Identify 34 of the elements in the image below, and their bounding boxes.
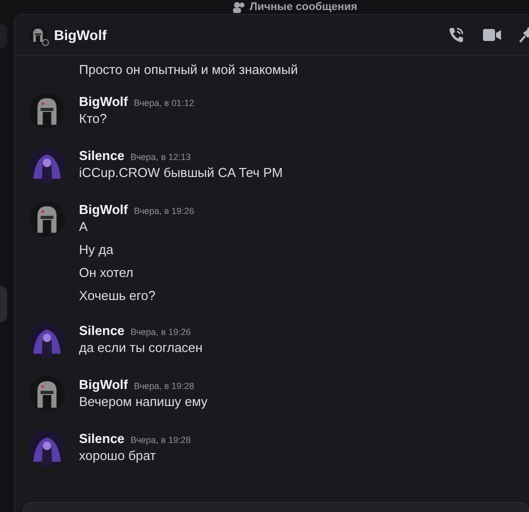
- chat-title: BigWolf: [54, 26, 107, 45]
- figure-avatar: [29, 322, 65, 358]
- phone-icon[interactable]: [447, 26, 465, 44]
- timestamp: Вчера, в 19:26: [134, 205, 194, 218]
- message-text: Хочешь его?: [79, 288, 156, 304]
- author-name[interactable]: BigWolf: [79, 375, 128, 394]
- message-text: хорошо брат: [79, 448, 157, 464]
- author-name[interactable]: BigWolf: [79, 92, 128, 112]
- message-text: А: [79, 219, 89, 235]
- helmet-avatar: [29, 93, 65, 129]
- message-text: да если ты согласен: [79, 340, 203, 356]
- people-icon: [232, 1, 246, 13]
- message-text: Просто он опытный и мой знакомый: [79, 62, 298, 77]
- top-bar-title: Личные сообщения: [250, 0, 358, 14]
- figure-avatar: [29, 430, 65, 466]
- figure-avatar: [29, 147, 65, 183]
- timestamp: Вчера, в 12:13: [130, 151, 191, 164]
- helmet-avatar: [29, 376, 65, 412]
- author-name[interactable]: BigWolf: [79, 200, 128, 220]
- message-text: iCCup.CROW бывшый CA Теч PM: [79, 165, 283, 181]
- helmet-avatar: [29, 26, 47, 44]
- author-name[interactable]: Silence: [79, 146, 125, 166]
- timestamp: Вчера, в 19:28: [134, 380, 194, 393]
- message-text: Он хотел: [79, 265, 134, 281]
- message-text: Ну да: [79, 242, 114, 258]
- timestamp: Вчера, в 19:28: [130, 434, 191, 447]
- message-text: Вечером напишу ему: [79, 394, 208, 410]
- timestamp: Вчера, в 01:12: [134, 97, 194, 110]
- timestamp: Вчера, в 19:26: [130, 326, 191, 339]
- author-name[interactable]: Silence: [79, 321, 125, 340]
- video-camera-icon[interactable]: [483, 28, 501, 42]
- message-text: Кто?: [79, 111, 108, 127]
- author-name[interactable]: Silence: [79, 429, 125, 448]
- helmet-avatar: [29, 201, 65, 237]
